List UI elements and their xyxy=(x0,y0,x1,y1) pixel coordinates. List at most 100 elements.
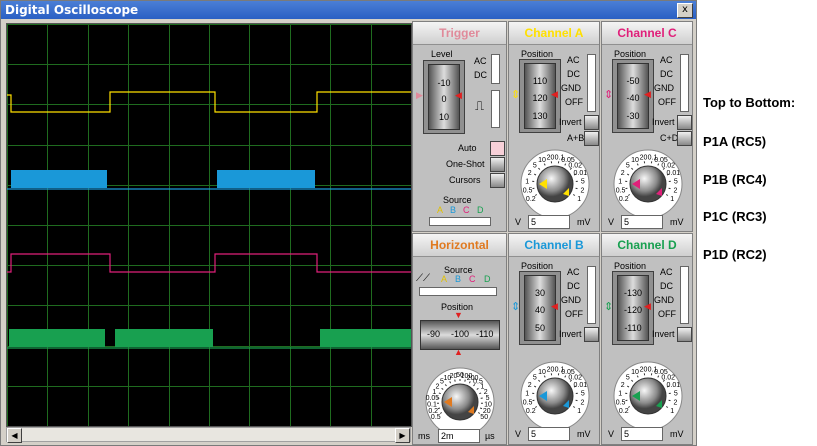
unit-right-label: mV xyxy=(670,429,684,439)
dial-scale-label: 5 xyxy=(533,375,537,382)
coupling-off-label: OFF xyxy=(565,309,583,319)
volts-per-div-value[interactable]: 5 xyxy=(621,427,663,441)
unit-left-label: V xyxy=(515,429,522,439)
channel-tick-top: 30 xyxy=(534,288,545,298)
close-button[interactable]: x xyxy=(677,3,693,18)
trace-channel-b-burst xyxy=(11,170,107,188)
waveform-display xyxy=(7,24,412,427)
invert-button[interactable] xyxy=(677,115,692,130)
invert-button[interactable] xyxy=(677,327,692,342)
coupling-dc-label: DC xyxy=(660,69,673,79)
dial-scale-label: 0.01 xyxy=(666,382,680,389)
dial-tick xyxy=(454,379,456,382)
volts-per-div-value[interactable]: 5 xyxy=(528,427,570,441)
one-shot-button[interactable] xyxy=(490,157,505,172)
coupling-gnd-label: GND xyxy=(561,83,581,93)
channel-title: Channel A xyxy=(509,22,599,45)
horizontal-position-drum[interactable]: -90 -100 -110 xyxy=(420,320,500,350)
channel-d-panel: Channel D Position -130 -120 -110 ⇕ ◀ AC… xyxy=(601,233,693,445)
dial-scale-label: 0.01 xyxy=(573,382,587,389)
coupling-dc-label: DC xyxy=(567,69,580,79)
dial-scale-label: 2 xyxy=(621,170,625,177)
trace-channel-d-burst xyxy=(320,329,411,347)
dial-scale-label: 1 xyxy=(618,179,622,186)
invert-button[interactable] xyxy=(584,327,599,342)
title-bar[interactable]: Digital Oscilloscope x xyxy=(1,1,696,19)
dial-scale-label: 1 xyxy=(618,391,622,398)
channel-position-label: Position xyxy=(614,49,647,59)
trigger-dc-label: DC xyxy=(474,70,487,80)
dial-scale-label: 0.2 xyxy=(526,408,536,415)
dial-scale-label: 2 xyxy=(580,188,584,195)
channel-position-label: Position xyxy=(521,49,554,59)
unit-left-label: V xyxy=(608,429,615,439)
dial-scale-label: 5 xyxy=(581,179,585,186)
horizontal-tick-right: -110 xyxy=(476,329,494,339)
channel-c-panel: Channel C Position -50 -40 -30 ⇕ ◀ AC DC… xyxy=(601,21,693,232)
horizontal-source-a: A xyxy=(441,274,448,284)
dial-tick xyxy=(437,407,441,410)
channel-position-marker-icon: ◀ xyxy=(644,89,651,99)
volts-per-div-value[interactable]: 5 xyxy=(621,215,663,229)
trigger-coupling-switch[interactable] xyxy=(491,54,500,84)
dial-scale-label: 0.5 xyxy=(616,188,626,195)
dial-scale-label: 0.2 xyxy=(428,408,438,415)
trigger-edge-switch[interactable] xyxy=(491,90,500,128)
dial-scale-label: 5 xyxy=(581,391,585,398)
channel-tick-top: 110 xyxy=(532,76,548,86)
auto-button[interactable] xyxy=(490,141,505,156)
horizontal-source-slider[interactable] xyxy=(419,287,497,296)
note-p1a: P1A (RC5) xyxy=(703,134,767,149)
dial-scale-label: 0.01 xyxy=(666,170,680,177)
channel-position-up-down-icon: ⇕ xyxy=(604,301,614,313)
note-p1b: P1B (RC4) xyxy=(703,172,767,187)
dial-scale-label: 0.2 xyxy=(619,196,629,203)
coupling-switch[interactable] xyxy=(587,266,596,324)
coupling-dc-label: DC xyxy=(660,281,673,291)
dial-scale-label: 0.2 xyxy=(526,196,536,203)
dial-scale-label: 5 xyxy=(626,375,630,382)
cursors-button[interactable] xyxy=(490,173,505,188)
channel-position-up-down-icon: ⇕ xyxy=(511,301,521,313)
channel-a-panel: Channel A Position 110 120 130 ⇕ ◀ AC DC… xyxy=(508,21,600,232)
trigger-level-right-marker: ◀ xyxy=(455,90,462,100)
dial-scale-label: 10 xyxy=(538,157,546,164)
trigger-source-c: C xyxy=(463,205,470,215)
invert-label: Invert xyxy=(559,117,582,127)
dial-scale-label: 1 xyxy=(577,408,581,415)
dial-scale-label: 0.1 xyxy=(427,402,437,409)
scroll-left-button[interactable]: ◀ xyxy=(7,428,22,443)
channel-title: Channel C xyxy=(602,22,692,45)
volts-per-div-value[interactable]: 5 xyxy=(528,215,570,229)
dial-scale-label: 0.05 xyxy=(426,395,440,402)
horizontal-position-marker-bottom: ▲ xyxy=(454,347,463,357)
horizontal-tick-left: -90 xyxy=(427,329,441,339)
horizontal-scrollbar[interactable]: ◀ ▶ xyxy=(6,427,411,443)
channel-tick-bottom: -30 xyxy=(626,111,640,121)
dial-scale-label: 0.5 xyxy=(523,188,533,195)
coupling-switch[interactable] xyxy=(587,54,596,112)
cursors-label: Cursors xyxy=(449,175,481,185)
scroll-right-button[interactable]: ▶ xyxy=(395,428,410,443)
coupling-switch[interactable] xyxy=(680,54,689,112)
horizontal-unit-right: µs xyxy=(485,431,495,441)
channel-tick-bottom: 50 xyxy=(534,323,545,333)
trigger-ac-label: AC xyxy=(474,56,487,66)
unit-right-label: mV xyxy=(577,429,591,439)
dial-scale-label: 1 xyxy=(670,196,674,203)
trigger-source-slider[interactable] xyxy=(429,217,491,226)
timebase-value[interactable]: 2m xyxy=(438,429,480,443)
coupling-switch[interactable] xyxy=(680,266,689,324)
horizontal-unit-left: ms xyxy=(418,431,430,441)
dial-scale-label: 20 xyxy=(547,366,555,373)
unit-left-label: V xyxy=(608,217,615,227)
channel-position-marker-icon: ◀ xyxy=(551,301,558,311)
dial-scale-label: 0.5 xyxy=(616,400,626,407)
dial-scale-label: 5 xyxy=(533,163,537,170)
invert-button[interactable] xyxy=(584,115,599,130)
note-p1d: P1D (RC2) xyxy=(703,247,767,262)
dial-scale-label: 2 xyxy=(528,382,532,389)
dial-tick xyxy=(464,379,466,382)
dial-scale-label: 20 xyxy=(640,154,648,161)
dial-scale-label: 1 xyxy=(525,179,529,186)
